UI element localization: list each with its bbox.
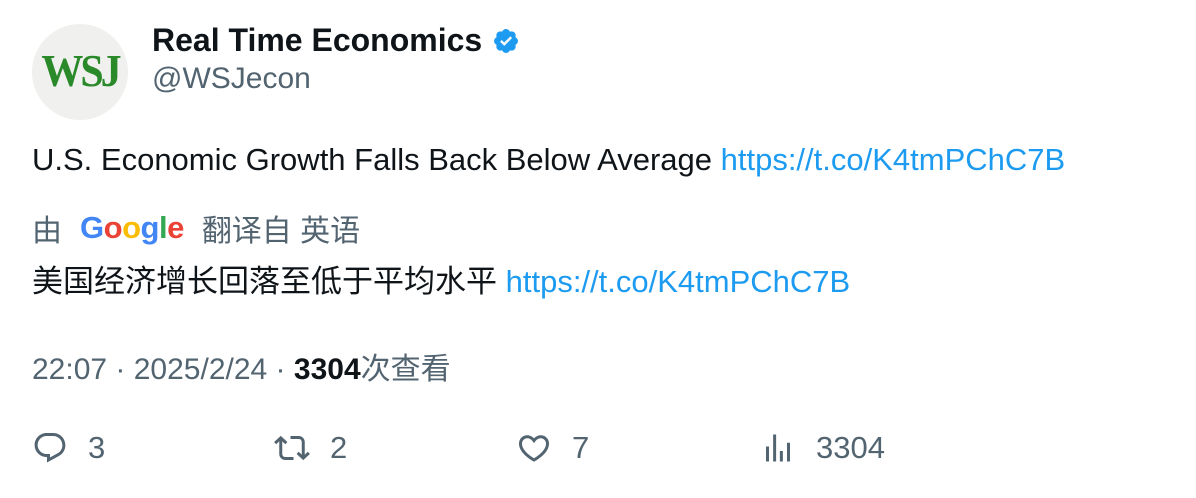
translated-tweet-text: 美国经济增长回落至低于平均水平 https://t.co/K4tmPChC7B [32, 256, 850, 301]
google-logo: Google [80, 210, 184, 245]
like-button[interactable]: 7 [516, 430, 589, 466]
like-count: 7 [572, 430, 590, 465]
retweet-button[interactable]: 2 [274, 430, 347, 466]
avatar-logo-text: WSJ [41, 47, 121, 97]
tweet-body: U.S. Economic Growth Falls Back Below Av… [32, 142, 721, 177]
tweet-link[interactable]: https://t.co/K4tmPChC7B [721, 142, 1066, 177]
tweet-text: U.S. Economic Growth Falls Back Below Av… [32, 142, 1065, 178]
author-handle[interactable]: @WSJecon [152, 62, 311, 96]
views-button[interactable]: 3304 [760, 430, 885, 466]
translated-body: 美国经济增长回落至低于平均水平 [32, 264, 506, 299]
translated-by-label: 由 [32, 215, 62, 248]
tweet-time[interactable]: 22:07 [32, 353, 107, 386]
meta-separator: · [107, 353, 134, 386]
views-icon [766, 434, 790, 462]
retweet-count: 2 [330, 430, 348, 465]
author-name-row: Real Time Economics [152, 22, 520, 59]
reply-icon [34, 433, 66, 463]
tweet-meta: 22:07 · 2025/2/24 · 3304次查看 [32, 344, 451, 388]
retweet-icon [274, 435, 310, 461]
tweet-date[interactable]: 2025/2/24 [134, 353, 267, 386]
translation-attribution: 由 Google 翻译自 英语 [32, 206, 360, 250]
translated-from-label[interactable]: 翻译自 英语 [202, 206, 360, 250]
views-suffix: 次查看 [360, 353, 451, 386]
like-icon [518, 435, 550, 462]
action-bar: 3 2 7 3304 [32, 430, 1172, 478]
reply-button[interactable]: 3 [32, 430, 105, 466]
avatar[interactable]: WSJ [32, 24, 128, 120]
views-action-count: 3304 [816, 430, 885, 465]
verified-badge-icon[interactable] [492, 27, 520, 55]
views-count: 3304 [293, 353, 361, 386]
display-name[interactable]: Real Time Economics [152, 22, 482, 59]
meta-separator: · [267, 353, 294, 386]
translated-link[interactable]: https://t.co/K4tmPChC7B [506, 264, 851, 299]
reply-count: 3 [88, 430, 106, 465]
